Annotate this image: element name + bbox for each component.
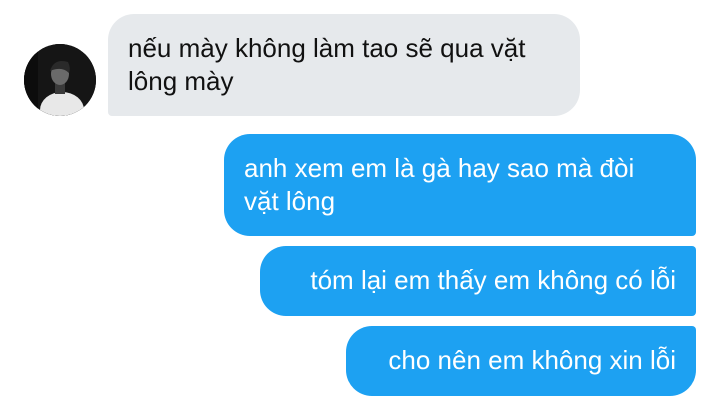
profile-photo-icon: [24, 44, 96, 116]
outgoing-message-bubble[interactable]: tóm lại em thấy em không có lỗi: [260, 246, 696, 316]
message-text: tóm lại em thấy em không có lỗi: [310, 265, 676, 295]
message-text: cho nên em không xin lỗi: [388, 345, 676, 375]
outgoing-message-bubble[interactable]: cho nên em không xin lỗi: [346, 326, 696, 396]
avatar[interactable]: [24, 44, 96, 116]
outgoing-message-bubble[interactable]: anh xem em là gà hay sao mà đòi vặt lông: [224, 134, 696, 236]
message-text: nếu mày không làm tao sẽ qua vặt lông mà…: [128, 33, 526, 96]
chat-thread: nếu mày không làm tao sẽ qua vặt lông mà…: [0, 0, 720, 416]
incoming-message-bubble[interactable]: nếu mày không làm tao sẽ qua vặt lông mà…: [108, 14, 580, 116]
message-text: anh xem em là gà hay sao mà đòi vặt lông: [244, 153, 635, 216]
